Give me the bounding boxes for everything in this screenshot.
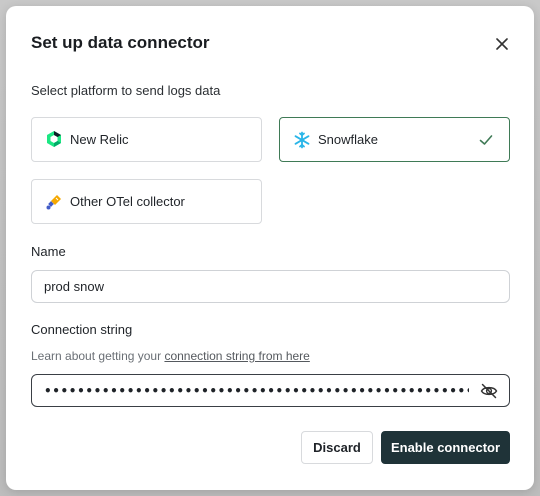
- masked-password[interactable]: ••••••••••••••••••••••••••••••••••••••••…: [32, 384, 469, 398]
- platform-option-otel[interactable]: Other OTel collector: [31, 179, 262, 224]
- new-relic-icon: [45, 131, 63, 149]
- enable-connector-button[interactable]: Enable connector: [381, 431, 510, 464]
- name-label: Name: [31, 244, 66, 259]
- check-icon: [479, 135, 493, 145]
- help-prefix: Learn about getting your: [31, 349, 165, 363]
- platform-option-new-relic[interactable]: New Relic: [31, 117, 262, 162]
- otel-icon: [45, 193, 63, 211]
- connection-string-label: Connection string: [31, 322, 133, 337]
- platform-option-label: Other OTel collector: [70, 194, 185, 209]
- connection-help-link[interactable]: connection string from here: [164, 349, 309, 363]
- platform-option-label: New Relic: [70, 132, 129, 147]
- close-icon: [496, 38, 508, 50]
- close-button[interactable]: [490, 32, 514, 56]
- dialog-title: Set up data connector: [31, 33, 210, 52]
- eye-off-icon: [480, 383, 498, 398]
- name-input[interactable]: [31, 270, 510, 303]
- connection-string-input[interactable]: ••••••••••••••••••••••••••••••••••••••••…: [31, 374, 510, 407]
- platform-section-label: Select platform to send logs data: [31, 83, 221, 98]
- connection-help-text: Learn about getting your connection stri…: [31, 349, 310, 363]
- platform-option-snowflake[interactable]: Snowflake: [279, 117, 510, 162]
- toggle-visibility-button[interactable]: [469, 375, 509, 406]
- setup-connector-dialog: Set up data connector Select platform to…: [6, 6, 534, 490]
- platform-option-label: Snowflake: [318, 132, 378, 147]
- discard-button[interactable]: Discard: [301, 431, 373, 464]
- snowflake-icon: [293, 131, 311, 149]
